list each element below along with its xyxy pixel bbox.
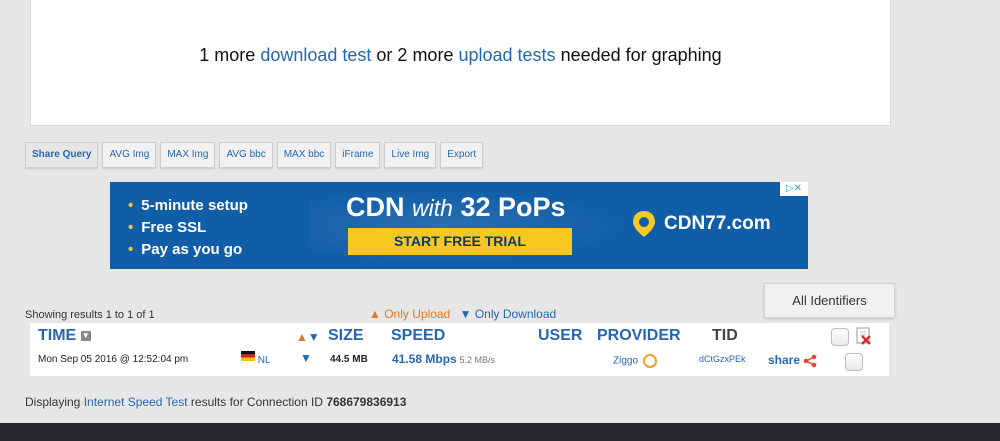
column-speed[interactable]: SPEED: [391, 327, 445, 345]
download-test-link[interactable]: download test: [260, 45, 371, 65]
live-img-button[interactable]: Live Img: [384, 142, 437, 168]
start-free-trial-button[interactable]: START FREE TRIAL: [348, 228, 572, 255]
cdn77-logo: CDN77.com: [630, 210, 771, 238]
download-direction-icon: ▼: [300, 351, 312, 365]
column-time[interactable]: TIME ▼: [38, 327, 91, 345]
direction-sort-icon[interactable]: ▲▼: [296, 330, 320, 344]
provider-link[interactable]: Ziggo: [613, 354, 657, 368]
column-provider[interactable]: PROVIDER: [597, 327, 681, 345]
row-speed: 41.58 Mbps 5.2 MB/s: [392, 352, 495, 366]
share-icon: [804, 354, 817, 368]
ad-headline: CDN with 32 PoPs: [346, 192, 566, 222]
all-identifiers-button[interactable]: All Identifiers: [764, 283, 895, 318]
avg-img-button[interactable]: AVG Img: [102, 142, 157, 168]
row-size: 44.5 MB: [330, 354, 368, 365]
internet-speed-test-link[interactable]: Internet Speed Test: [84, 395, 188, 409]
ad-bullet: • Pay as you go: [128, 241, 243, 258]
direction-filters: ▲ Only Upload ▼ Only Download: [369, 307, 556, 321]
results-table: TIME ▼ ▲▼ SIZE SPEED USER PROVIDER TID M…: [30, 323, 889, 376]
footer-bar: [0, 423, 1000, 441]
select-all-checkbox[interactable]: [831, 328, 849, 346]
graph-panel: 1 more download test or 2 more upload te…: [30, 0, 891, 126]
graph-notice: 1 more download test or 2 more upload te…: [31, 45, 890, 66]
export-button[interactable]: Export: [440, 142, 484, 168]
export-toolbar: Share Query AVG Img MAX Img AVG bbc MAX …: [25, 142, 484, 168]
max-img-button[interactable]: MAX Img: [160, 142, 216, 168]
only-upload-link[interactable]: ▲ Only Upload: [369, 307, 450, 321]
column-tid[interactable]: TID: [712, 327, 738, 345]
row-time: Mon Sep 05 2016 @ 12:52:04 pm: [38, 354, 189, 365]
tid-link[interactable]: dCtGzxPEk: [699, 354, 746, 364]
cdn77-ad-banner[interactable]: • 5-minute setup • Free SSL • Pay as you go…: [110, 182, 808, 269]
delete-selected-icon[interactable]: [856, 327, 872, 345]
share-query-button[interactable]: Share Query: [25, 142, 99, 168]
column-user[interactable]: USER: [538, 327, 582, 345]
map-pin-icon: [633, 211, 655, 237]
ad-bullet-list: • 5-minute setup • Free SSL • Pay as you go: [128, 195, 248, 261]
notice-prefix: 1 more: [199, 45, 256, 65]
germany-flag-icon: [241, 351, 255, 361]
provider-logo-icon: [642, 354, 657, 368]
adchoices-icon[interactable]: ▷✕: [780, 182, 808, 196]
connection-id: 768679836913: [326, 395, 407, 409]
ad-bullet: • Free SSL: [128, 219, 207, 236]
notice-suffix: needed for graphing: [560, 45, 722, 65]
avg-bbc-button[interactable]: AVG bbc: [219, 142, 273, 168]
only-download-link[interactable]: ▼ Only Download: [460, 307, 557, 321]
iframe-button[interactable]: iFrame: [335, 142, 381, 168]
sort-dropdown-icon[interactable]: ▼: [80, 330, 91, 341]
row-select-checkbox[interactable]: [845, 353, 863, 371]
country-code: NL: [257, 355, 271, 366]
column-size[interactable]: SIZE: [328, 327, 364, 345]
notice-middle: or 2 more: [376, 45, 454, 65]
results-count: Showing results 1 to 1 of 1: [25, 309, 155, 321]
upload-tests-link[interactable]: upload tests: [458, 45, 555, 65]
share-link[interactable]: share: [768, 353, 817, 368]
max-bbc-button[interactable]: MAX bbc: [276, 142, 332, 168]
country-cell: NL: [241, 351, 271, 366]
ad-bullet: • 5-minute setup: [128, 197, 248, 214]
connection-summary: Displaying Internet Speed Test results f…: [25, 395, 407, 409]
